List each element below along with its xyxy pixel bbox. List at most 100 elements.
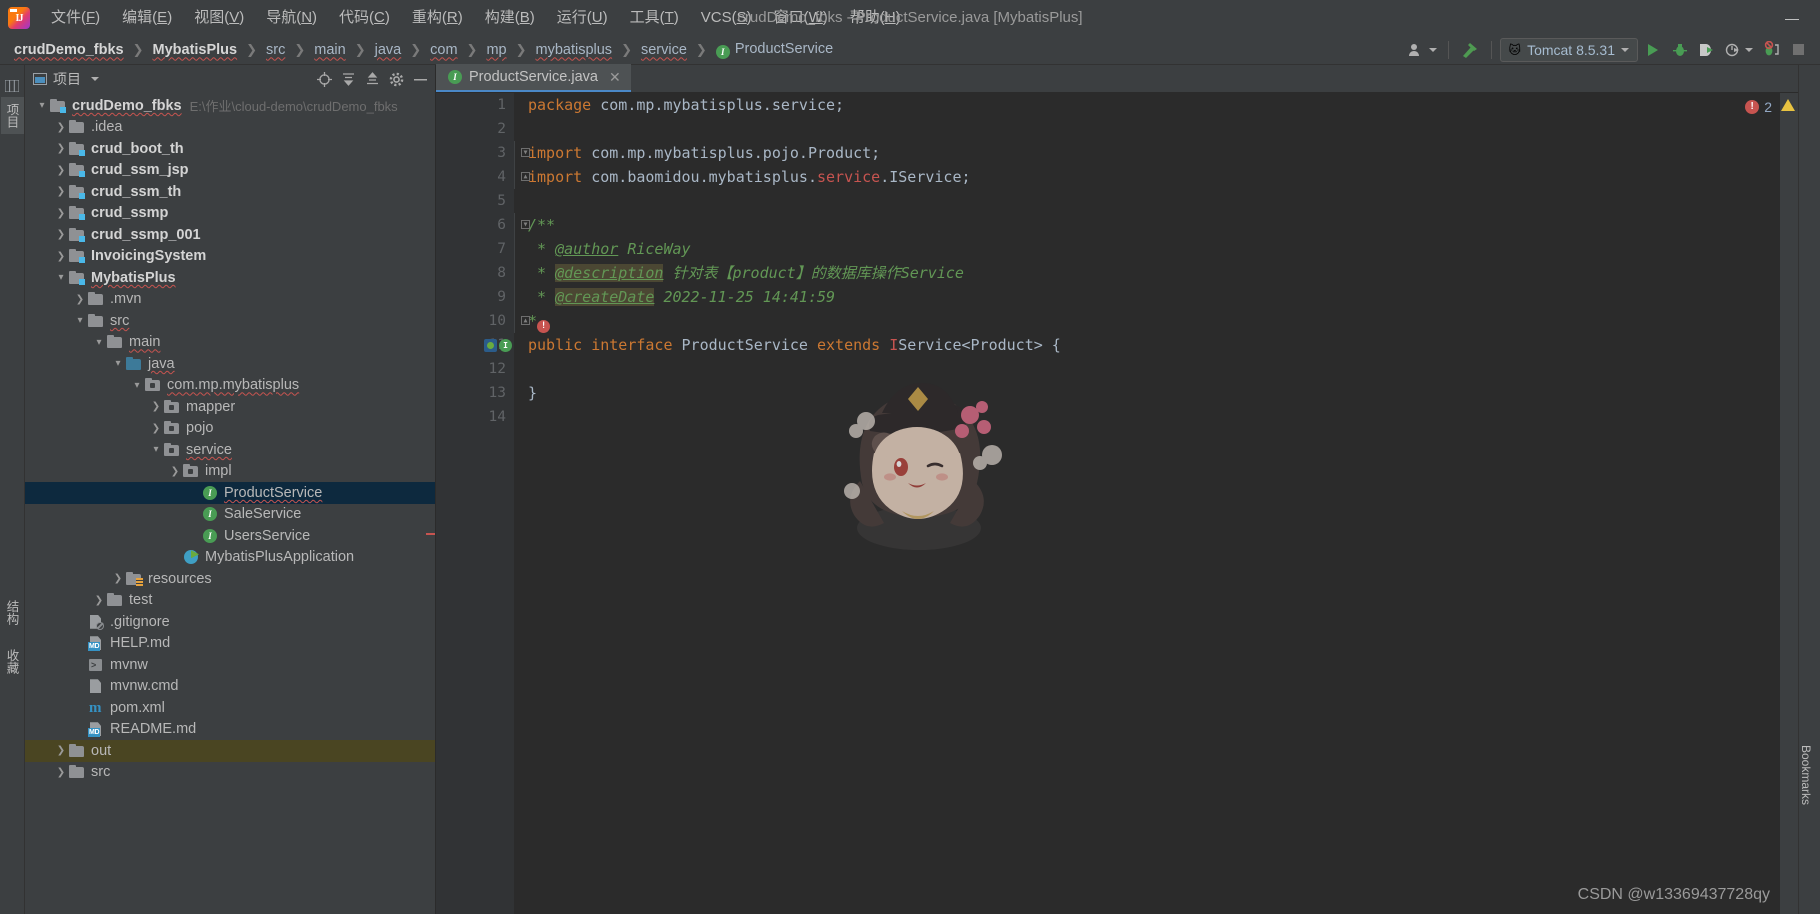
expand-all-icon[interactable] — [337, 68, 359, 90]
chevron-right-icon[interactable]: ❯ — [54, 208, 68, 219]
tree-node[interactable]: > mvnw — [25, 654, 435, 676]
warning-triangle-icon[interactable] — [1781, 99, 1795, 111]
breadcrumb-item-2[interactable]: src — [264, 42, 287, 58]
sidebar-item-structure[interactable]: 结构 — [1, 594, 24, 631]
profiler-icon[interactable] — [1722, 38, 1756, 62]
tree-node[interactable]: ❯ resources — [25, 568, 435, 590]
gutter-line-number[interactable]: 4 — [436, 165, 514, 189]
menu-item-3[interactable]: 导航(N) — [255, 4, 328, 32]
code-line[interactable] — [528, 189, 1798, 213]
code-line[interactable]: } — [528, 381, 1798, 405]
gutter-line-number[interactable]: 3 — [436, 141, 514, 165]
fold-end-icon[interactable]: ▴ — [520, 315, 531, 326]
chevron-right-icon[interactable]: ❯ — [73, 294, 87, 305]
tree-node[interactable]: MD HELP.md — [25, 633, 435, 655]
chevron-right-icon[interactable]: ❯ — [54, 143, 68, 154]
menu-item-1[interactable]: 编辑(E) — [111, 4, 183, 32]
code-line[interactable] — [528, 117, 1798, 141]
gutter-line-number[interactable]: 9 — [436, 285, 514, 309]
code-line[interactable] — [528, 405, 1798, 429]
user-settings-icon[interactable] — [1405, 38, 1440, 62]
gutter-line-number[interactable]: 13 — [436, 381, 514, 405]
gutter-line-number[interactable]: 8 — [436, 261, 514, 285]
chevron-down-icon[interactable]: ▾ — [92, 337, 106, 348]
tree-node[interactable]: ❯ pojo — [25, 418, 435, 440]
sidebar-item-project[interactable]: 项目 — [0, 97, 24, 134]
tree-node[interactable]: pom.xml — [25, 697, 435, 719]
code-line[interactable]: import com.mp.mybatisplus.pojo.Product; — [528, 141, 1798, 165]
fold-end-icon[interactable]: ▴ — [520, 171, 531, 182]
tree-node[interactable]: ❯ crud_ssmp_001 — [25, 224, 435, 246]
chevron-right-icon[interactable]: ❯ — [54, 229, 68, 240]
toolwindow-menu-icon[interactable] — [1, 75, 23, 97]
chevron-right-icon[interactable]: ❯ — [54, 122, 68, 133]
tree-node[interactable]: SaleService — [25, 504, 435, 526]
tree-node[interactable]: MD README.md — [25, 719, 435, 741]
tree-node[interactable]: ❯ impl — [25, 461, 435, 483]
tree-node[interactable]: .gitignore — [25, 611, 435, 633]
editor-gutter[interactable]: 1 2 3 ▾ 4 ▴ 5 6 ▾ 7 8 9 10 ▴ 11 I 12 13 14 — [436, 93, 530, 914]
chevron-right-icon[interactable]: ❯ — [92, 595, 106, 606]
tree-node[interactable]: ❯ InvoicingSystem — [25, 246, 435, 268]
code-line[interactable]: * @author RiceWay — [528, 237, 1798, 261]
fold-start-icon[interactable]: ▾ — [520, 147, 531, 158]
gutter-line-number[interactable]: 11 I — [436, 333, 514, 357]
code-line[interactable]: *! — [528, 309, 1798, 333]
menu-item-5[interactable]: 重构(R) — [401, 4, 474, 32]
tree-node[interactable]: ▾ src — [25, 310, 435, 332]
code-line[interactable]: package com.mp.mybatisplus.service; — [528, 93, 1798, 117]
tree-node[interactable]: ▾ com.mp.mybatisplus — [25, 375, 435, 397]
tree-node[interactable]: ❯ out — [25, 740, 435, 762]
tree-node[interactable]: MybatisPlusApplication — [25, 547, 435, 569]
chevron-right-icon[interactable]: ❯ — [54, 767, 68, 778]
chevron-down-icon[interactable]: ▾ — [149, 444, 163, 455]
gutter-marker-group[interactable]: I — [484, 333, 512, 357]
run-with-coverage-icon[interactable] — [1695, 38, 1719, 62]
tree-node[interactable]: ▾ MybatisPlus — [25, 267, 435, 289]
menu-item-7[interactable]: 运行(U) — [546, 4, 619, 32]
breadcrumb-item-0[interactable]: crudDemo_fbks — [12, 42, 126, 58]
run-play-icon[interactable] — [1641, 38, 1665, 62]
chevron-down-icon[interactable]: ▾ — [73, 315, 87, 326]
tree-node[interactable]: mvnw.cmd — [25, 676, 435, 698]
tree-node[interactable]: ❯ crud_ssm_th — [25, 181, 435, 203]
breadcrumb-item-5[interactable]: com — [428, 42, 459, 58]
code-line[interactable]: import com.baomidou.mybatisplus.service.… — [528, 165, 1798, 189]
code-line[interactable]: /** — [528, 213, 1798, 237]
chevron-right-icon[interactable]: ❯ — [149, 401, 163, 412]
tree-node[interactable]: ❯ src — [25, 762, 435, 784]
implemented-interface-icon[interactable]: I — [499, 338, 512, 352]
build-hammer-icon[interactable] — [1457, 38, 1483, 62]
menu-item-11[interactable]: 帮助(H) — [839, 4, 912, 32]
gear-icon[interactable] — [385, 68, 407, 90]
overriding-method-icon[interactable] — [484, 338, 497, 352]
chevron-right-icon[interactable]: ❯ — [149, 423, 163, 434]
chevron-right-icon[interactable]: ❯ — [111, 573, 125, 584]
tree-node[interactable]: ▾ service — [25, 439, 435, 461]
chevron-right-icon[interactable]: ❯ — [168, 466, 182, 477]
close-icon[interactable]: ✕ — [609, 69, 621, 86]
attach-debugger-icon[interactable] — [1759, 38, 1783, 62]
menu-item-8[interactable]: 工具(T) — [619, 4, 690, 32]
menu-item-6[interactable]: 构建(B) — [474, 4, 546, 32]
locate-target-icon[interactable] — [313, 68, 335, 90]
menu-item-4[interactable]: 代码(C) — [328, 4, 401, 32]
project-tool-title[interactable]: 项目 — [33, 69, 99, 89]
chevron-right-icon[interactable]: ❯ — [54, 186, 68, 197]
debug-bug-icon[interactable] — [1668, 38, 1692, 62]
tree-node[interactable]: ❯ crud_ssmp — [25, 203, 435, 225]
gutter-line-number[interactable]: 2 — [436, 117, 514, 141]
breadcrumb-item-9[interactable]: I ProductService — [714, 41, 835, 59]
inspection-error-icon[interactable]: ! — [537, 320, 551, 333]
chevron-down-icon[interactable]: ▾ — [54, 272, 68, 283]
code-line[interactable]: public interface ProductService extends … — [528, 333, 1798, 357]
breadcrumb-item-3[interactable]: main — [312, 42, 347, 58]
gutter-line-number[interactable]: 7 — [436, 237, 514, 261]
sidebar-item-bookmarks[interactable]: Bookmarks — [1799, 65, 1813, 805]
menu-item-9[interactable]: VCS(S) — [690, 4, 763, 32]
tree-node[interactable]: ▾ java — [25, 353, 435, 375]
code-line[interactable]: * @description 针对表【product】的数据库操作Service — [528, 261, 1798, 285]
chevron-right-icon[interactable]: ❯ — [54, 165, 68, 176]
tree-node[interactable]: ProductService — [25, 482, 435, 504]
gutter-line-number[interactable]: 14 — [436, 405, 514, 429]
